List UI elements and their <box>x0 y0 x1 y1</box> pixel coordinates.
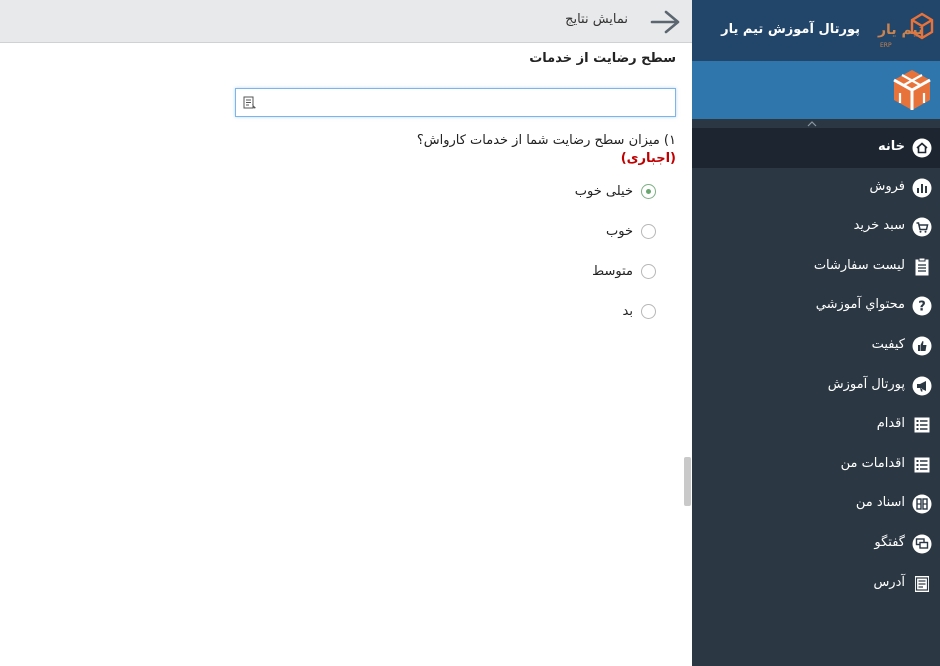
sidebar-item-chat[interactable]: گفتگو <box>692 524 940 564</box>
sidebar-item-label: لیست سفارشات <box>813 257 905 273</box>
sidebar-item-sales[interactable]: فروش <box>692 168 940 208</box>
brand-header: پورتال آموزش تیم یار تیم یار ERP <box>692 0 940 61</box>
brand-logo[interactable]: تیم یار ERP <box>876 10 934 52</box>
address-list-icon <box>915 575 929 592</box>
sidebar-item-label: خانه <box>877 139 905 154</box>
brand-title: پورتال آموزش تیم یار <box>721 22 860 37</box>
question-icon: ? <box>912 296 932 316</box>
sidebar-item-label: گفتگو <box>874 534 905 550</box>
list-icon <box>914 417 930 433</box>
sidebar-item-home[interactable]: خانه <box>692 128 940 168</box>
option-bad[interactable]: بد <box>623 304 656 319</box>
question-block: ۱) میزان سطح رضایت شما از خدمات کارواش؟ … <box>417 132 676 168</box>
radio-button[interactable] <box>641 264 656 279</box>
chat-icon <box>912 534 932 554</box>
sidebar-item-label: پورتال آموزش <box>827 376 905 392</box>
back-arrow-icon[interactable] <box>648 10 682 34</box>
megaphone-icon <box>912 376 932 396</box>
search-input[interactable] <box>262 89 672 116</box>
page-title: نمایش نتایج <box>565 12 628 27</box>
cart-icon <box>912 217 932 237</box>
sidebar-item-orders[interactable]: لیست سفارشات <box>692 247 940 287</box>
radio-button[interactable] <box>641 304 656 319</box>
top-bar: نمایش نتایج <box>0 0 692 43</box>
sidebar-item-label: کیفیت <box>871 336 905 352</box>
radio-button[interactable] <box>641 224 656 239</box>
list-icon <box>914 457 930 473</box>
scrollbar-thumb[interactable] <box>684 457 691 506</box>
option-very-good[interactable]: خیلی خوب <box>575 184 656 199</box>
option-label: بد <box>622 304 633 319</box>
app-window: نمایش نتایج سطح رضایت از خدمات ۱) میزان … <box>0 0 940 666</box>
option-label: خیلی خوب <box>574 184 633 199</box>
option-label: متوسط <box>592 264 633 279</box>
clipboard-icon <box>915 257 929 276</box>
search-field[interactable] <box>235 88 676 117</box>
radio-button[interactable] <box>641 184 656 199</box>
sidebar-item-label: آدرس <box>873 574 905 590</box>
sidebar-item-address[interactable]: آدرس <box>692 564 940 604</box>
sidebar-item-my-actions[interactable]: اقدامات من <box>692 445 940 485</box>
document-search-icon <box>243 96 256 109</box>
sidebar-item-training-portal[interactable]: پورتال آموزش <box>692 366 940 406</box>
sidebar-item-action[interactable]: اقدام <box>692 405 940 445</box>
option-average[interactable]: متوسط <box>592 264 656 279</box>
sidebar-item-label: سبد خرید <box>853 218 905 234</box>
option-good[interactable]: خوب <box>606 224 656 239</box>
sidebar-item-quality[interactable]: کیفیت <box>692 326 940 366</box>
sidebar-item-label: اقدام <box>876 416 905 432</box>
sidebar: پورتال آموزش تیم یار تیم یار ERP خانه فر… <box>692 0 940 666</box>
sidebar-item-label: اقدامات من <box>840 455 905 471</box>
sidebar-item-label: فروش <box>869 178 905 194</box>
question-text: ۱) میزان سطح رضایت شما از خدمات کارواش؟ <box>416 133 676 148</box>
documents-icon <box>912 494 932 514</box>
chevron-up-icon[interactable] <box>806 120 818 128</box>
home-icon <box>912 138 932 158</box>
sidebar-item-label: اسناد من <box>855 495 905 511</box>
svg-text:?: ? <box>918 300 926 315</box>
required-label: (اجباری) <box>620 151 676 166</box>
company-logo-avatar[interactable] <box>892 69 932 111</box>
sidebar-item-my-documents[interactable]: اسناد من <box>692 484 940 524</box>
option-label: خوب <box>606 224 633 239</box>
sidebar-menu: خانه فروش سبد خرید لیست سفارشات ? محتواي… <box>692 128 940 603</box>
sidebar-item-label: محتواي آموزشي <box>815 297 905 313</box>
sidebar-item-cart[interactable]: سبد خرید <box>692 207 940 247</box>
thumbs-up-icon <box>912 336 932 356</box>
user-band <box>692 61 940 119</box>
bar-chart-icon <box>912 178 932 198</box>
sidebar-item-educational-content[interactable]: ? محتواي آموزشي <box>692 286 940 326</box>
main-content: نمایش نتایج سطح رضایت از خدمات ۱) میزان … <box>0 0 692 666</box>
svg-text:ERP: ERP <box>880 42 892 49</box>
form-title: سطح رضایت از خدمات <box>529 51 676 66</box>
